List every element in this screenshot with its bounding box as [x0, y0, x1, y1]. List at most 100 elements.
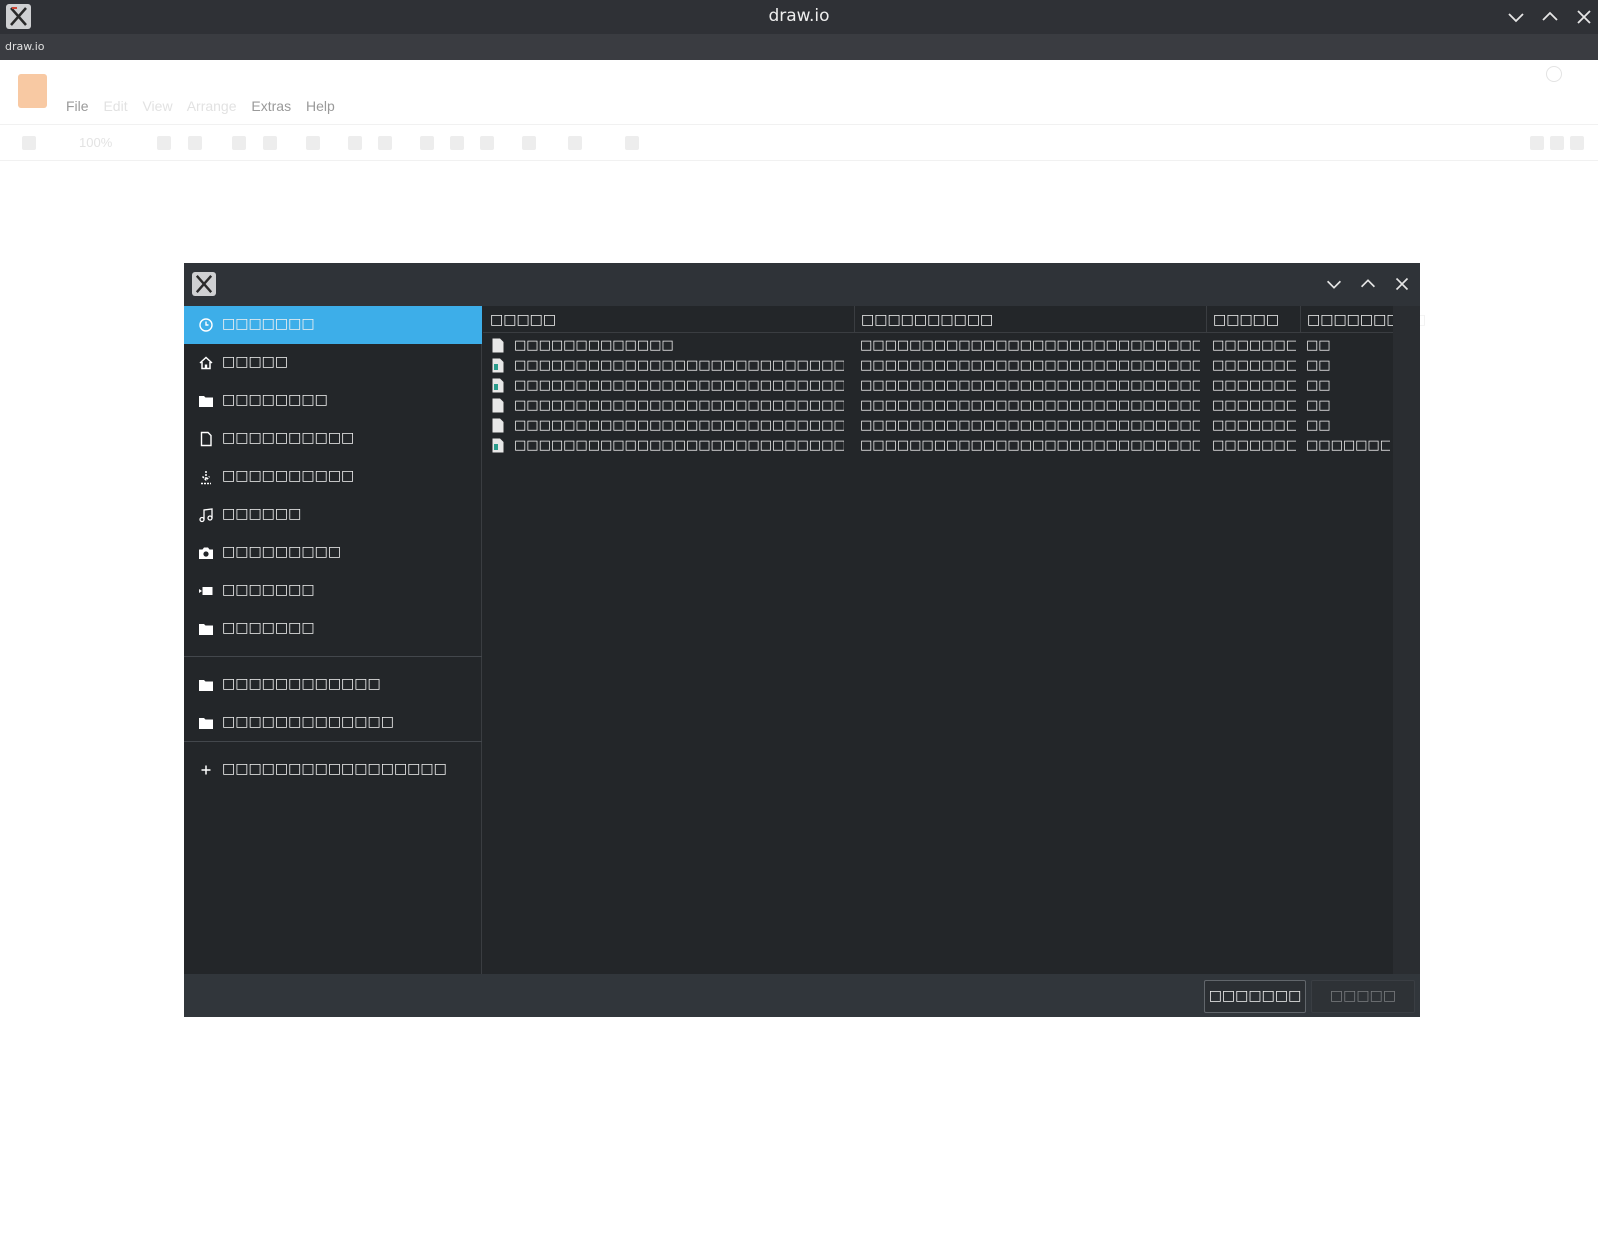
place-label: □□□□□□□ [222, 316, 315, 332]
line-color-icon [450, 136, 464, 150]
place-downloads[interactable]: □□□□□□□□□□ [184, 458, 482, 496]
column-header-size[interactable]: □□□□□ [1206, 306, 1300, 333]
open-button[interactable]: □□□□□ [1311, 980, 1415, 1013]
place-recent[interactable]: □□□□□□□ [184, 306, 482, 344]
column-location-label: □□□□□□□□□□ [861, 312, 994, 328]
zoom-in-icon [157, 136, 171, 150]
window-tab-bar: draw.io [0, 34, 1598, 60]
plus-icon [198, 762, 214, 778]
menu-help[interactable]: Help [306, 98, 335, 114]
place-label: □□□□□□□□□□ [222, 430, 355, 446]
column-header-location[interactable]: □□□□□□□□□□ [854, 306, 1206, 333]
fill-color-icon [420, 136, 434, 150]
waypoints-icon [568, 136, 582, 150]
bookmark-2[interactable]: □□□□□□□□□□□□□ [184, 704, 482, 742]
bookmark-label: □□□□□□□□□□□□□ [222, 714, 394, 730]
bookmark-1[interactable]: □□□□□□□□□□□□ [184, 666, 482, 704]
file-row[interactable]: □□□□□□□□□□□□□□□□□□□□□□□□□□□ □□□□□□□□□□□□□… [483, 396, 1393, 416]
zoom-level: 100% [79, 135, 113, 150]
folder-icon [198, 715, 214, 731]
file-row[interactable]: □□□□□□□□□□□□□ □□□□□□□□□□□□□□□□□□□□□□□□□□… [483, 336, 1393, 356]
other-locations[interactable]: □□□□□□□□□□□□□□□□□ [184, 751, 482, 789]
places-separator [184, 656, 482, 657]
file-modified: □□ [1306, 358, 1331, 373]
file-row[interactable]: □□□□□□□□□□□□□□□□□□□□□□□□□□□ □□□□□□□□□□□□□… [483, 436, 1393, 456]
image-file-icon [492, 378, 504, 393]
delete-icon [306, 136, 320, 150]
file-location: □□□□□□□□□□□□□□□□□□□□□□□□□□□□□□□□□□□□□□□□… [860, 378, 1200, 393]
menu-file[interactable]: File [66, 98, 89, 114]
dialog-minimize-icon[interactable] [1323, 273, 1345, 295]
file-size: □□□□□□□ [1212, 398, 1296, 413]
place-music[interactable]: □□□□□□ [184, 496, 482, 534]
folder-icon [198, 393, 214, 409]
file-row[interactable]: □□□□□□□□□□□□□□□□□□□□□□□□□□□ □□□□□□□□□□□□□… [483, 356, 1393, 376]
maximize-icon[interactable] [1538, 5, 1562, 29]
language-globe-icon[interactable] [1546, 66, 1562, 82]
dialog-maximize-icon[interactable] [1357, 273, 1379, 295]
zoom-out-icon [188, 136, 202, 150]
places-separator [184, 741, 482, 742]
file-name: □□□□□□□□□□□□□□□□□□□□□□□□□□□□□□□□□□□□□□□□… [514, 398, 844, 413]
file-name: □□□□□□□□□□□□□□□□□□□□□□□□□□□□□□□□□□□□□□□□… [514, 418, 844, 433]
place-label: □□□□□□□□□□ [222, 468, 355, 484]
window-titlebar: draw.io [0, 0, 1598, 34]
file-size: □□□□□□□□ [1212, 378, 1296, 393]
toolbar: 100% [0, 124, 1598, 161]
column-name-label: □□□□□ [490, 312, 557, 328]
dialog-close-icon[interactable] [1391, 273, 1413, 295]
file-modified: □□ [1306, 418, 1331, 433]
file-location: □□□□□□□□□□□□□□□□□□□□□□□□□□□□□□□□□□□□□□□□… [860, 418, 1200, 433]
file-name: □□□□□□□□□□□□□□□□□□□□□□□□□□□□□□□□□□□□□□□□… [514, 358, 844, 373]
file-list-scroll-area [1393, 306, 1420, 974]
redo-icon [263, 136, 277, 150]
file-name: □□□□□□□□□□□□□□□□□□□□□□□□□□□□□□□□□□□□□□□□… [514, 378, 844, 393]
menu-extras[interactable]: Extras [251, 98, 291, 114]
place-folder[interactable]: □□□□□□□ [184, 610, 482, 648]
shadow-icon [480, 136, 494, 150]
file-size: □□□□□□□□□ [1212, 358, 1296, 373]
close-icon[interactable] [1572, 5, 1596, 29]
dialog-titlebar [184, 263, 1420, 306]
window-tab-label: draw.io [5, 40, 45, 53]
place-home[interactable]: □□□□□ [184, 344, 482, 382]
dialog-app-icon [192, 272, 216, 296]
column-header-modified[interactable]: □□□□□□□□□ [1300, 306, 1426, 333]
file-modified: □□ [1306, 378, 1331, 393]
image-file-icon [492, 438, 504, 453]
window-title: draw.io [768, 6, 830, 26]
music-icon [198, 507, 214, 523]
fullscreen-icon [1530, 136, 1544, 150]
place-desktop[interactable]: □□□□□□□□ [184, 382, 482, 420]
file-modified: □□ [1306, 398, 1331, 413]
menu-edit: Edit [103, 98, 128, 114]
minimize-icon[interactable] [1504, 5, 1528, 29]
file-name: □□□□□□□□□□□□□ [514, 338, 674, 353]
cancel-button[interactable]: □□□□□□□ [1204, 980, 1306, 1013]
file-row[interactable]: □□□□□□□□□□□□□□□□□□□□□□□□□□□ □□□□□□□□□□□□□… [483, 376, 1393, 396]
text-file-icon [492, 398, 504, 413]
place-videos[interactable]: □□□□□□□ [184, 572, 482, 610]
places-sidebar: □□□□□□□ □□□□□ □□□□□□□□ □□□□□□□□□□ □□□□□□… [184, 306, 482, 974]
file-modified: □□□□□□□□ [1306, 438, 1390, 453]
menu-arrange: Arrange [186, 98, 237, 114]
place-documents[interactable]: □□□□□□□□□□ [184, 420, 482, 458]
place-pictures[interactable]: □□□□□□□□□ [184, 534, 482, 572]
drawio-logo-icon [18, 74, 47, 108]
text-file-icon [492, 418, 504, 433]
image-file-icon [492, 358, 504, 373]
format-panel-icon [22, 136, 36, 150]
file-size: □□□□□□□□□ [1212, 438, 1296, 453]
file-location: □□□□□□□□□□□□□□□□□□□□□□□□□□□□□□□□□□□□□□□□… [860, 338, 1200, 353]
file-location: □□□□□□□□□□□□□□□□□□□□□□□□□□□□□□□□□□□□□□□□… [860, 438, 1200, 453]
file-row[interactable]: □□□□□□□□□□□□□□□□□□□□□□□□□□□ □□□□□□□□□□□□□… [483, 416, 1393, 436]
document-icon [198, 431, 214, 447]
connection-icon [522, 136, 536, 150]
place-label: □□□□□□□ [222, 582, 315, 598]
place-label: □□□□□□□□ [222, 392, 328, 408]
column-header-name[interactable]: □□□□□ [483, 306, 854, 333]
collapse-icon [1570, 136, 1584, 150]
open-file-dialog: □□□□□□□ □□□□□ □□□□□□□□ □□□□□□□□□□ □□□□□□… [184, 263, 1426, 1017]
menu-bar: File Edit View Arrange Extras Help [66, 98, 346, 114]
dialog-footer: □□□□□□□ □□□□□ [184, 974, 1420, 1017]
